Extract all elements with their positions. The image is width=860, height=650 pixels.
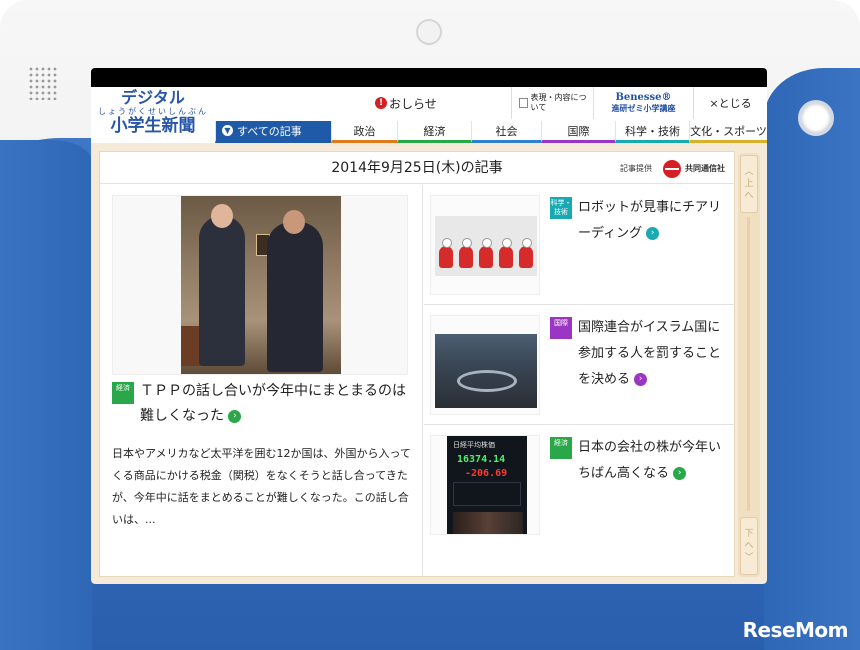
- stock-board: 日経平均株価 16374.14 -206.69: [447, 436, 527, 534]
- camera-icon: [416, 19, 442, 45]
- tablet-left-grip: [0, 140, 92, 650]
- notice-link[interactable]: ! おしらせ: [215, 87, 511, 119]
- chevron-right-icon[interactable]: ›: [228, 409, 242, 423]
- main-summary: 日本やアメリカなど太平洋を囲む12か国は、外国から入ってくる商品にかける税金（関…: [112, 447, 411, 526]
- info-icon: !: [375, 97, 387, 109]
- chevron-right-icon[interactable]: ›: [634, 373, 648, 386]
- list-item[interactable]: 日経平均株価 16374.14 -206.69 経済 日本の会社の株が今年いちば…: [424, 425, 734, 545]
- benesse-course: 進研ゼミ小学講座: [611, 104, 676, 113]
- robots-scene: [435, 216, 537, 276]
- logo-line1: デジタル: [121, 88, 185, 107]
- provider-name: 共同通信社: [685, 164, 725, 173]
- stock-photo[interactable]: 日経平均株価 16374.14 -206.69: [430, 435, 540, 535]
- robot: [499, 238, 513, 268]
- kyodo-logo-icon: [663, 160, 681, 178]
- robot: [459, 238, 473, 268]
- robot: [439, 238, 453, 268]
- robot-photo[interactable]: [430, 195, 540, 295]
- tablet-right-grip: [764, 68, 860, 650]
- chevron-down-icon: ﹀: [744, 553, 754, 563]
- benesse-brand: Benesse®: [615, 92, 672, 103]
- chevron-right-icon[interactable]: ›: [673, 467, 687, 480]
- scroll-up-label: 上へ: [744, 179, 754, 201]
- council-table: [457, 370, 517, 392]
- tab-politics[interactable]: 政治: [331, 121, 397, 143]
- benesse-link[interactable]: Benesse® 進研ゼミ小学講座: [593, 87, 693, 119]
- app-header: デジタル しょうがくせいしんぶん 小学生新聞 ! おしらせ 表現・内容について …: [91, 87, 767, 143]
- top-links: ! おしらせ 表現・内容について Benesse® 進研ゼミ小学講座 ×とじる: [215, 87, 767, 119]
- tab-all-label: すべての記事: [237, 124, 302, 138]
- about-link[interactable]: 表現・内容について: [511, 87, 593, 119]
- category-badge: 経済: [112, 382, 134, 404]
- main-headline[interactable]: ＴＰＰの話し合いが今年中にまとまるのは難しくなった ›: [140, 379, 412, 429]
- main-headline-text: ＴＰＰの話し合いが今年中にまとまるのは難しくなった: [140, 383, 406, 424]
- tab-all[interactable]: ▼ すべての記事: [215, 121, 331, 143]
- chevron-up-icon: ︿: [744, 167, 754, 177]
- news-app: デジタル しょうがくせいしんぶん 小学生新聞 ! おしらせ 表現・内容について …: [91, 87, 767, 584]
- side-headline[interactable]: ロボットが見事にチアリーディング ›: [578, 195, 728, 247]
- tab-culture-sports[interactable]: 文化・スポーツ: [689, 121, 767, 143]
- scroll-down-button[interactable]: 下へ ﹀: [740, 517, 758, 575]
- onlookers: [453, 512, 523, 534]
- stock-change: -206.69: [465, 468, 508, 479]
- category-nav: ▼ すべての記事 政治 経済 社会 国際 科学・技術 文化・スポーツ: [215, 121, 767, 143]
- side-article-list: 科学・技術 ロボットが見事にチアリーディング › 国際 国際連合がイスラム国に参…: [424, 185, 734, 576]
- stock-board-title: 日経平均株価: [453, 441, 495, 449]
- tab-economy[interactable]: 経済: [397, 121, 471, 143]
- list-item[interactable]: 科学・技術 ロボットが見事にチアリーディング ›: [424, 185, 734, 305]
- category-badge: 経済: [550, 437, 572, 459]
- date-header: 2014年9月25日(木)の記事 記事提供 共同通信社: [100, 152, 734, 184]
- speaker-grille: [28, 66, 58, 100]
- about-label: 表現・内容について: [530, 93, 587, 112]
- person-left: [199, 204, 245, 366]
- close-button[interactable]: ×とじる: [693, 87, 767, 119]
- logo-line2: 小学生新聞: [110, 116, 196, 136]
- un-photo[interactable]: [430, 315, 540, 415]
- stock-chart: [453, 482, 521, 506]
- articles-panel: 2014年9月25日(木)の記事 記事提供 共同通信社 経済 ＴＰＰの話し合いが…: [99, 151, 735, 577]
- robot: [479, 238, 493, 268]
- tab-science[interactable]: 科学・技術: [615, 121, 689, 143]
- meeting-photo: [181, 196, 341, 374]
- person-right: [267, 210, 323, 372]
- scroll-down-label: 下へ: [744, 529, 754, 551]
- scrollbar-track[interactable]: [747, 217, 750, 511]
- scroll-up-button[interactable]: ︿ 上へ: [740, 155, 758, 213]
- tab-society[interactable]: 社会: [471, 121, 541, 143]
- tab-international[interactable]: 国際: [541, 121, 615, 143]
- main-article[interactable]: 経済 ＴＰＰの話し合いが今年中にまとまるのは難しくなった › 日本やアメリカなど…: [100, 185, 423, 576]
- list-item[interactable]: 国際 国際連合がイスラム国に参加する人を罰することを決める ›: [424, 305, 734, 425]
- category-badge: 国際: [550, 317, 572, 339]
- home-button[interactable]: [798, 100, 834, 136]
- un-council-scene: [435, 334, 537, 408]
- watermark-logo: ReseMom: [742, 618, 849, 642]
- chevron-down-icon: ▼: [222, 125, 233, 136]
- document-icon: [518, 98, 528, 108]
- scroll-rail: ︿ 上へ 下へ ﹀: [738, 153, 760, 577]
- provided-by-label: 記事提供: [620, 164, 652, 173]
- category-badge: 科学・技術: [550, 197, 572, 219]
- stock-value: 16374.14: [457, 454, 506, 465]
- logo-ruby: しょうがくせいしんぶん: [98, 107, 208, 116]
- app-logo[interactable]: デジタル しょうがくせいしんぶん 小学生新聞: [93, 89, 213, 141]
- side-headline-text: 日本の会社の株が今年いちばん高くなる: [578, 440, 722, 481]
- notice-label: おしらせ: [389, 96, 437, 111]
- main-article-photo[interactable]: [112, 195, 408, 375]
- side-headline[interactable]: 国際連合がイスラム国に参加する人を罰することを決める ›: [578, 315, 728, 393]
- tablet-screen: デジタル しょうがくせいしんぶん 小学生新聞 ! おしらせ 表現・内容について …: [91, 68, 767, 584]
- side-headline-text: 国際連合がイスラム国に参加する人を罰することを決める: [578, 320, 722, 387]
- side-headline[interactable]: 日本の会社の株が今年いちばん高くなる ›: [578, 435, 728, 487]
- robot: [519, 238, 533, 268]
- chevron-right-icon[interactable]: ›: [646, 227, 660, 240]
